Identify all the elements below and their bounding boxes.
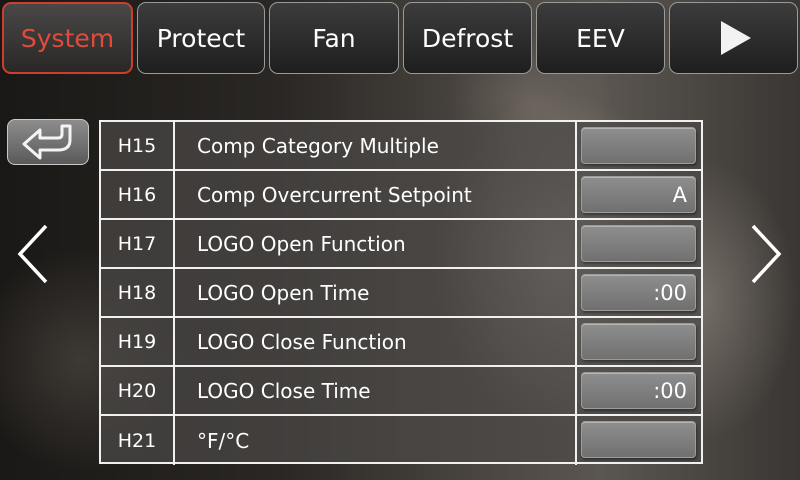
play-icon bbox=[720, 21, 751, 55]
param-value-field[interactable]: :00 bbox=[581, 372, 696, 409]
param-value-field[interactable] bbox=[581, 225, 696, 262]
tab-bar: System Protect Fan Defrost EEV bbox=[0, 0, 800, 76]
column-divider bbox=[575, 122, 577, 169]
param-code: H19 bbox=[101, 318, 175, 365]
param-value-field[interactable] bbox=[581, 127, 696, 164]
next-tab-button[interactable] bbox=[669, 2, 798, 74]
column-divider bbox=[575, 416, 577, 465]
param-value-field[interactable] bbox=[581, 323, 696, 360]
param-name: LOGO Open Function bbox=[197, 231, 406, 256]
param-name: LOGO Close Function bbox=[197, 329, 407, 354]
chevron-left-icon[interactable] bbox=[14, 222, 54, 286]
chevron-right-icon[interactable] bbox=[745, 222, 785, 286]
column-divider bbox=[575, 318, 577, 365]
param-name: LOGO Open Time bbox=[197, 280, 370, 305]
table-row: H16 Comp Overcurrent Setpoint A bbox=[101, 171, 701, 220]
param-code: H21 bbox=[101, 416, 175, 465]
table-row: H15 Comp Category Multiple bbox=[101, 122, 701, 171]
param-name: LOGO Close Time bbox=[197, 378, 371, 403]
column-divider bbox=[575, 269, 577, 316]
table-row: H20 LOGO Close Time :00 bbox=[101, 367, 701, 416]
param-name: °F/°C bbox=[197, 428, 250, 453]
table-row: H19 LOGO Close Function bbox=[101, 318, 701, 367]
param-value-field[interactable]: :00 bbox=[581, 274, 696, 311]
param-code: H17 bbox=[101, 220, 175, 267]
param-name: Comp Category Multiple bbox=[197, 133, 439, 158]
param-code: H18 bbox=[101, 269, 175, 316]
param-value-field[interactable]: A bbox=[581, 176, 696, 213]
param-name: Comp Overcurrent Setpoint bbox=[197, 182, 472, 207]
column-divider bbox=[575, 367, 577, 414]
tab-fan[interactable]: Fan bbox=[269, 2, 399, 74]
parameter-table: H15 Comp Category Multiple H16 Comp Over… bbox=[99, 120, 703, 465]
param-code: H16 bbox=[101, 171, 175, 218]
table-row: H17 LOGO Open Function bbox=[101, 220, 701, 269]
table-row: H18 LOGO Open Time :00 bbox=[101, 269, 701, 318]
return-arrow-icon bbox=[22, 124, 72, 160]
tab-eev[interactable]: EEV bbox=[536, 2, 665, 74]
table-row: H21 °F/°C bbox=[101, 416, 701, 465]
back-button[interactable] bbox=[7, 119, 89, 165]
tab-defrost[interactable]: Defrost bbox=[403, 2, 532, 74]
tab-protect[interactable]: Protect bbox=[137, 2, 265, 74]
tab-system[interactable]: System bbox=[2, 2, 133, 74]
param-value-field[interactable] bbox=[581, 421, 696, 458]
column-divider bbox=[575, 171, 577, 218]
param-code: H15 bbox=[101, 122, 175, 169]
param-code: H20 bbox=[101, 367, 175, 414]
column-divider bbox=[575, 220, 577, 267]
